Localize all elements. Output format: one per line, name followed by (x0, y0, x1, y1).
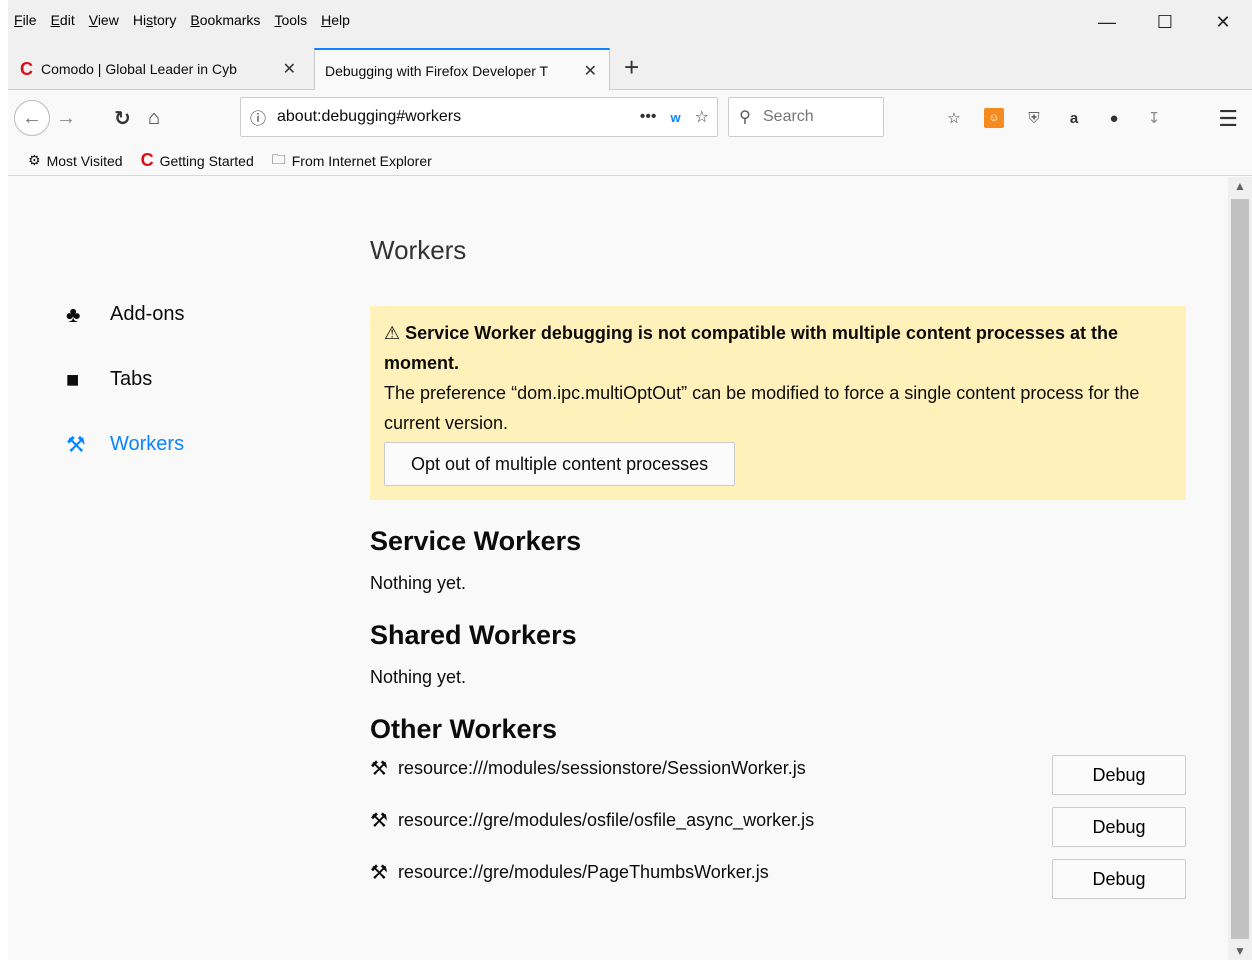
bookmark-most-visited[interactable]: ⚙ Most Visited (28, 152, 123, 169)
maximize-button[interactable]: ☐ (1136, 0, 1194, 44)
hamburger-menu-icon[interactable]: ☰ (1218, 106, 1238, 132)
scroll-thumb[interactable] (1231, 199, 1249, 939)
service-workers-title: Service Workers (370, 526, 582, 556)
page-content: ♣ Add-ons ■ Tabs ⚒ Workers Workers ⚠ Ser… (8, 177, 1228, 960)
bookmark-star-icon[interactable]: ☆ (695, 107, 709, 127)
worker-name: resource://gre/modules/PageThumbsWorker.… (397, 862, 769, 882)
worker-row: ⚒ resource:///modules/sessionstore/Sessi… (370, 755, 1186, 807)
comodo-logo-icon: C (140, 150, 154, 170)
tools-icon: ⚒ (370, 810, 388, 832)
warning-title: Service Worker debugging is not compatib… (384, 323, 1118, 373)
tab-comodo[interactable]: C Comodo | Global Leader in Cyb ✕ (10, 48, 308, 90)
tools-icon: ⚒ (370, 758, 388, 780)
window-frame (0, 0, 8, 960)
search-bar[interactable]: ⚲ (728, 97, 884, 137)
close-window-button[interactable]: ✕ (1194, 0, 1252, 44)
reload-button[interactable]: ↻ (114, 106, 131, 131)
sidebar-item-addons[interactable]: ♣ Add-ons (66, 282, 185, 347)
tools-icon: ⚒ (370, 862, 388, 884)
tab-icon: ■ (66, 366, 80, 392)
warning-icon: ⚠ (384, 323, 401, 343)
back-button[interactable]: ← (14, 100, 50, 136)
vertical-scrollbar[interactable]: ▲ ▼ (1228, 177, 1252, 960)
folder-icon: 🗀 (271, 150, 286, 167)
shared-workers-empty: Nothing yet. (370, 667, 467, 687)
main-panel: Workers ⚠ Service Worker debugging is no… (370, 235, 1186, 911)
menu-help[interactable]: Help (321, 12, 350, 28)
extension-fox-icon[interactable]: ☺ (984, 108, 1004, 128)
search-input[interactable] (761, 107, 871, 127)
scroll-up-arrow-icon[interactable]: ▲ (1228, 179, 1252, 193)
page-title: Workers (370, 235, 467, 265)
menu-edit[interactable]: Edit (51, 12, 75, 28)
debug-button[interactable]: Debug (1052, 859, 1186, 899)
forward-button[interactable]: → (56, 107, 76, 130)
url-input[interactable] (275, 107, 575, 127)
extension-gear-icon[interactable]: ● (1104, 108, 1124, 128)
minimize-button[interactable]: — (1078, 0, 1136, 44)
sidebar-item-tabs[interactable]: ■ Tabs (66, 347, 185, 412)
comodo-logo-icon: C (20, 58, 33, 79)
nav-bar: ← → ↻ ⌂ ⓘ ••• w ☆ ⚲ ☆ ☺ ⛨ a ● ↧ ☰ (8, 90, 1252, 146)
worker-name: resource:///modules/sessionstore/Session… (397, 758, 806, 778)
warning-box: ⚠ Service Worker debugging is not compat… (370, 306, 1186, 500)
library-icon[interactable]: ☆ (944, 108, 964, 128)
page-actions-icon[interactable]: ••• (640, 108, 657, 126)
menu-history[interactable]: History (133, 12, 177, 28)
url-bar[interactable]: ⓘ ••• w ☆ (240, 97, 718, 137)
sidebar: ♣ Add-ons ■ Tabs ⚒ Workers (66, 282, 185, 477)
menu-view[interactable]: View (89, 12, 119, 28)
ublock-icon[interactable]: ⛨ (1024, 108, 1044, 128)
info-icon[interactable]: ⓘ (241, 105, 275, 129)
menu-bar: File Edit View History Bookmarks Tools H… (8, 0, 1252, 44)
menu-bookmarks[interactable]: Bookmarks (190, 12, 260, 28)
bookmark-getting-started[interactable]: C Getting Started (141, 150, 254, 171)
scroll-down-arrow-icon[interactable]: ▼ (1228, 944, 1252, 958)
worker-name: resource://gre/modules/osfile/osfile_asy… (397, 810, 815, 830)
new-tab-button[interactable]: + (624, 52, 639, 83)
menu-file[interactable]: File (14, 12, 37, 28)
home-button[interactable]: ⌂ (148, 107, 160, 130)
tab-title: Comodo | Global Leader in Cyb (41, 61, 237, 77)
worker-row: ⚒ resource://gre/modules/PageThumbsWorke… (370, 859, 1186, 911)
download-icon[interactable]: ↧ (1144, 108, 1164, 128)
tab-title: Debugging with Firefox Developer T (325, 62, 549, 79)
bookmark-folder-ie[interactable]: 🗀 From Internet Explorer (272, 149, 432, 173)
menu-tools[interactable]: Tools (274, 12, 307, 28)
amazon-icon[interactable]: a (1064, 108, 1084, 128)
extension-icon[interactable]: w (671, 110, 681, 125)
puzzle-icon: ♣ (66, 301, 81, 327)
opt-out-button[interactable]: Opt out of multiple content processes (384, 442, 736, 486)
tab-debugging[interactable]: Debugging with Firefox Developer T ✕ (314, 48, 610, 91)
sidebar-item-workers[interactable]: ⚒ Workers (66, 412, 185, 477)
warning-body: The preference “dom.ipc.multiOptOut” can… (384, 383, 1140, 433)
debug-button[interactable]: Debug (1052, 755, 1186, 795)
bookmarks-toolbar: ⚙ Most Visited C Getting Started 🗀 From … (8, 146, 1252, 176)
debug-button[interactable]: Debug (1052, 807, 1186, 847)
tab-strip: C Comodo | Global Leader in Cyb ✕ Debugg… (8, 44, 1252, 91)
other-workers-title: Other Workers (370, 714, 558, 744)
service-workers-empty: Nothing yet. (370, 573, 467, 593)
worker-row: ⚒ resource://gre/modules/osfile/osfile_a… (370, 807, 1186, 859)
close-tab-icon[interactable]: ✕ (584, 61, 597, 81)
close-tab-icon[interactable]: ✕ (283, 59, 296, 79)
shared-workers-title: Shared Workers (370, 620, 577, 650)
tools-icon: ⚒ (66, 431, 86, 457)
gear-icon: ⚙ (28, 152, 41, 168)
search-icon: ⚲ (739, 109, 751, 126)
